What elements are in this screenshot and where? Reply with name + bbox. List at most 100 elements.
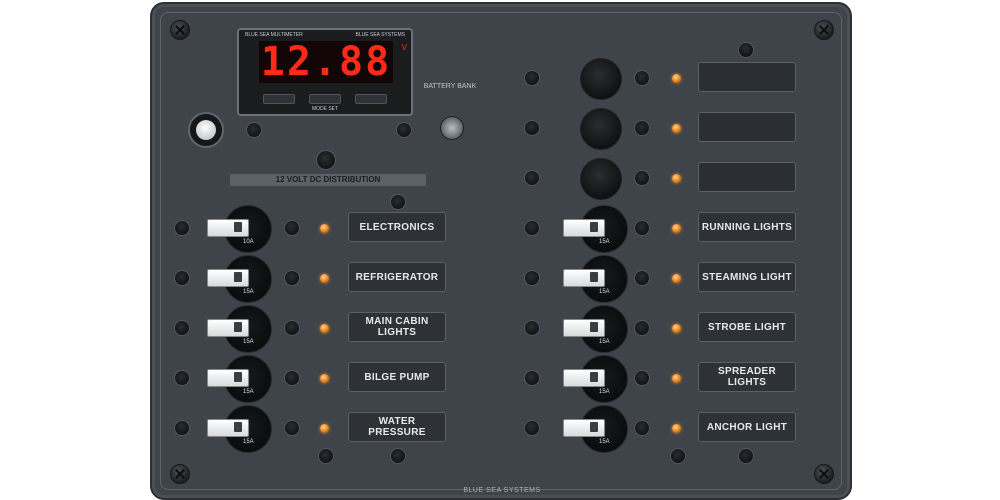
battery-bank-label: BATTERY BANK — [423, 83, 477, 90]
mounting-hole — [284, 370, 300, 386]
circuit-breaker-spreader-lights[interactable]: 15A — [563, 355, 628, 403]
voltage-unit: V — [401, 43, 407, 52]
circuit-label: STROBE LIGHT — [698, 312, 796, 342]
circuit-label: BILGE PUMP — [348, 362, 446, 392]
circuit-label: SPREADER LIGHTS — [698, 362, 796, 392]
breaker-rating: 15A — [243, 439, 254, 445]
blank-label — [698, 62, 796, 92]
blank-label — [698, 162, 796, 192]
meter-brand-right: BLUE SEA SYSTEMS — [355, 32, 405, 38]
meter-knob[interactable] — [580, 158, 622, 200]
breaker-rating: 15A — [599, 239, 610, 245]
circuit-breaker-water-pressure[interactable]: 15A — [207, 405, 272, 453]
fuse-holder[interactable] — [188, 112, 224, 148]
circuit-label: RUNNING LIGHTS — [698, 212, 796, 242]
mounting-hole — [316, 150, 336, 170]
battery-bank-switch[interactable] — [440, 116, 464, 140]
mounting-hole — [284, 220, 300, 236]
mounting-hole — [174, 270, 190, 286]
mounting-hole — [524, 270, 540, 286]
breaker-rating: 15A — [243, 389, 254, 395]
indicator-led — [320, 324, 329, 333]
indicator-led — [672, 174, 681, 183]
mounting-hole — [246, 122, 262, 138]
circuit-label: MAIN CABIN LIGHTS — [348, 312, 446, 342]
circuit-label: STEAMING LIGHT — [698, 262, 796, 292]
breaker-rating: 15A — [243, 289, 254, 295]
mounting-hole — [174, 320, 190, 336]
mounting-hole — [738, 42, 754, 58]
breaker-toggle[interactable] — [207, 219, 249, 237]
breaker-rating: 15A — [599, 389, 610, 395]
breaker-toggle[interactable] — [563, 419, 605, 437]
mounting-hole — [390, 194, 406, 210]
voltage-display: 12.88 — [259, 39, 393, 85]
meter-knob[interactable] — [580, 108, 622, 150]
indicator-led — [320, 424, 329, 433]
indicator-led — [672, 274, 681, 283]
mounting-hole — [524, 370, 540, 386]
mounting-hole — [318, 448, 334, 464]
breaker-toggle[interactable] — [207, 269, 249, 287]
mounting-hole — [174, 420, 190, 436]
circuit-label: ELECTRONICS — [348, 212, 446, 242]
meter-header: BLUE SEA MULTIMETER BLUE SEA SYSTEMS — [245, 32, 405, 39]
breaker-toggle[interactable] — [563, 319, 605, 337]
mounting-hole — [634, 220, 650, 236]
mounting-hole — [390, 448, 406, 464]
indicator-led — [672, 374, 681, 383]
mounting-hole — [634, 320, 650, 336]
breaker-toggle[interactable] — [563, 219, 605, 237]
circuit-breaker-bilge-pump[interactable]: 15A — [207, 355, 272, 403]
mounting-hole — [524, 70, 540, 86]
circuit-breaker-steaming-light[interactable]: 15A — [563, 255, 628, 303]
mounting-hole — [634, 170, 650, 186]
meter-knob[interactable] — [580, 58, 622, 100]
indicator-led — [672, 124, 681, 133]
mounting-hole — [524, 120, 540, 136]
screw-icon — [814, 20, 834, 40]
screw-icon — [170, 464, 190, 484]
screw-icon — [814, 464, 834, 484]
circuit-breaker-running-lights[interactable]: 15A — [563, 205, 628, 253]
mounting-hole — [670, 448, 686, 464]
mounting-hole — [634, 270, 650, 286]
mounting-hole — [524, 170, 540, 186]
breaker-rating: 10A — [243, 239, 254, 245]
indicator-led — [320, 374, 329, 383]
brand-logo: BLUE SEA SYSTEMS — [463, 487, 541, 494]
mounting-hole — [738, 448, 754, 464]
mounting-hole — [396, 122, 412, 138]
breaker-toggle[interactable] — [207, 419, 249, 437]
circuit-breaker-strobe-light[interactable]: 15A — [563, 305, 628, 353]
breaker-rating: 15A — [599, 339, 610, 345]
mounting-hole — [284, 420, 300, 436]
mounting-hole — [524, 220, 540, 236]
circuit-breaker-refrigerator[interactable]: 15A — [207, 255, 272, 303]
mounting-hole — [284, 270, 300, 286]
meter-button-mode[interactable] — [309, 94, 341, 104]
breaker-toggle[interactable] — [563, 269, 605, 287]
mounting-hole — [174, 370, 190, 386]
breaker-toggle[interactable] — [207, 319, 249, 337]
breaker-rating: 15A — [599, 439, 610, 445]
screw-icon — [170, 20, 190, 40]
circuit-breaker-anchor-light[interactable]: 15A — [563, 405, 628, 453]
mounting-hole — [174, 220, 190, 236]
meter-button-set[interactable] — [355, 94, 387, 104]
distribution-panel: BLUE SEA MULTIMETER BLUE SEA SYSTEMS 12.… — [150, 2, 852, 500]
circuit-breaker-main-cabin-lights[interactable]: 15A — [207, 305, 272, 353]
breaker-toggle[interactable] — [563, 369, 605, 387]
distribution-label: 12 VOLT DC DISTRIBUTION — [230, 174, 426, 186]
indicator-led — [672, 224, 681, 233]
mounting-hole — [634, 120, 650, 136]
circuit-breaker-electronics[interactable]: 10A — [207, 205, 272, 253]
blank-label — [698, 112, 796, 142]
circuit-label: REFRIGERATOR — [348, 262, 446, 292]
indicator-led — [672, 74, 681, 83]
indicator-led — [320, 224, 329, 233]
meter-button-left[interactable] — [263, 94, 295, 104]
mounting-hole — [634, 420, 650, 436]
breaker-toggle[interactable] — [207, 369, 249, 387]
mounting-hole — [524, 320, 540, 336]
